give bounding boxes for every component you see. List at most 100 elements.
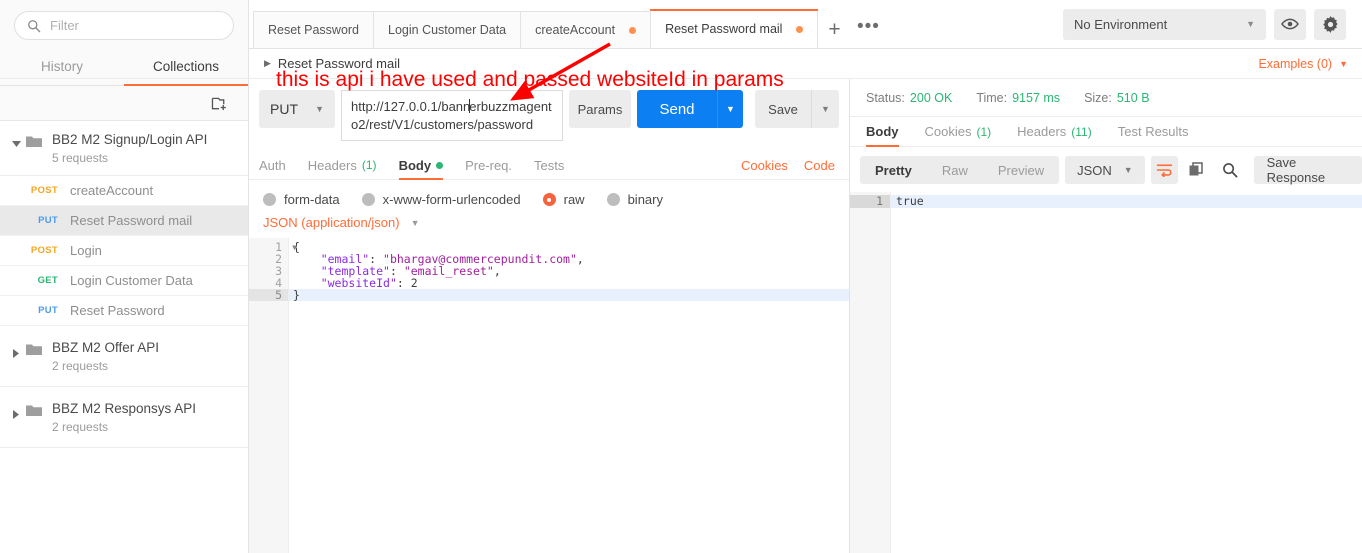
code-line: } [289,289,849,301]
response-body-code[interactable]: true [891,192,1362,553]
response-pane: Status: 200 OK Time: 9157 ms Size: 510 B Bo… [850,79,1362,553]
view-mode-raw[interactable]: Raw [927,156,983,184]
request-body-code[interactable]: { "email": "bhargav@commercepundit.com",… [289,238,849,553]
collection-row[interactable]: BB2 M2 Signup/Login API 5 requests [0,121,248,176]
settings-button[interactable] [1314,8,1346,40]
request-method: GET [37,275,58,286]
examples-dropdown[interactable]: Examples (0) ▼ [1258,57,1348,71]
response-tab-cookies[interactable]: Cookies (1) [925,117,992,147]
save-button[interactable]: Save [755,90,811,128]
body-language-selector[interactable]: JSON (application/json) ▼ [249,215,849,238]
save-options-button[interactable]: ▼ [811,90,839,128]
request-item-login[interactable]: POST Login [0,236,248,266]
request-pane: PUT ▼ http://127.0.0.1/bannerbuzzmagento… [249,79,850,553]
editor-scrollbar[interactable] [839,238,849,553]
top-bar: Reset Password Login Customer Data creat… [249,0,1362,49]
tab-label: createAccount [535,23,616,37]
response-tabs: Body Cookies (1) Headers (11) Test Resul… [850,117,1362,147]
response-body-editor[interactable]: 1 true [850,192,1362,553]
tab-tests[interactable]: Tests [534,151,564,180]
line-number: 1 [850,195,890,208]
tab-count: (1) [361,158,377,172]
code-link[interactable]: Code [804,158,835,173]
request-name: Reset Password [70,303,165,318]
tab-label: Auth [259,157,286,173]
view-mode-segmented-control: Pretty Raw Preview [860,156,1060,184]
method-selector[interactable]: PUT ▼ [259,90,335,128]
chevron-right-icon[interactable]: ▶ [264,58,271,69]
chevron-right-icon[interactable] [8,349,24,358]
tab-auth[interactable]: Auth [259,151,286,180]
cookies-link[interactable]: Cookies [741,158,788,173]
tab-body[interactable]: Body [398,151,444,180]
environment-quick-look-button[interactable] [1274,8,1306,40]
response-line-number-gutter: 1 [850,192,891,553]
word-wrap-icon [1156,164,1172,177]
request-item-login-customer-data[interactable]: GET Login Customer Data [0,266,248,296]
tab-label: Reset Password mail [665,22,783,36]
send-group: Send ▼ [637,90,743,128]
response-tab-body[interactable]: Body [866,117,899,147]
response-tab-headers[interactable]: Headers (11) [1017,117,1092,147]
tab-label: Tests [534,157,565,173]
radio-binary[interactable]: binary [606,192,663,207]
url-input[interactable]: http://127.0.0.1/bannerbuzzmagento2/rest… [341,90,563,141]
chevron-down-icon: ▼ [315,104,324,114]
save-response-button[interactable]: Save Response [1253,155,1362,185]
radio-label: binary [627,192,663,207]
request-tabs: Auth Headers (1) Body Pre-req. Tests Coo… [249,151,849,180]
send-button[interactable]: Send [637,90,717,128]
save-group: Save ▼ [755,90,839,128]
chevron-right-icon[interactable] [8,410,24,419]
tab-reset-password[interactable]: Reset Password [253,11,375,48]
environment-selector[interactable]: No Environment ▼ [1063,8,1266,40]
tab-login-customer-data[interactable]: Login Customer Data [373,11,522,48]
request-item-createaccount[interactable]: POST createAccount [0,176,248,206]
request-name: Reset Password mail [70,213,193,228]
view-mode-preview[interactable]: Preview [983,156,1059,184]
breadcrumb[interactable]: ▶ Reset Password mail [264,56,400,71]
request-body-editor[interactable]: 1 ▼ 2 3 4 5 { "email": "bhargav@commercepundi… [249,238,849,553]
gear-icon [1322,15,1338,33]
line-number: 4 [275,276,282,290]
filter-box[interactable] [14,11,234,40]
collection-row[interactable]: BBZ M2 Offer API 2 requests [0,326,248,387]
request-item-reset-password[interactable]: PUT Reset Password [0,296,248,326]
word-wrap-button[interactable] [1150,156,1178,184]
new-collection-icon[interactable] [211,96,228,111]
response-tab-test-results[interactable]: Test Results [1118,117,1189,147]
tab-label: Cookies [924,124,972,139]
tab-createaccount[interactable]: createAccount [520,11,652,48]
collections-list[interactable]: BB2 M2 Signup/Login API 5 requests POST … [0,121,248,553]
params-button[interactable]: Params [569,90,631,128]
fold-toggle-icon[interactable]: ▼ [292,242,297,254]
tab-headers[interactable]: Headers (1) [308,151,377,180]
request-method: PUT [38,305,58,316]
send-options-button[interactable]: ▼ [717,90,743,128]
view-mode-pretty[interactable]: Pretty [860,156,927,184]
chevron-down-icon[interactable] [8,141,24,147]
tab-label: Headers [307,157,357,173]
copy-button[interactable] [1184,156,1211,184]
radio-form-data[interactable]: form-data [263,192,340,207]
unsaved-indicator-icon [629,26,637,34]
collection-request-count: 5 requests [52,151,109,165]
tab-reset-password-mail[interactable]: Reset Password mail [650,9,819,48]
main-area: Reset Password Login Customer Data creat… [0,0,1362,553]
radio-raw[interactable]: raw [542,192,585,207]
eye-icon [1281,18,1299,30]
response-search-button[interactable] [1217,156,1244,184]
collection-row[interactable]: BBZ M2 Responsys API 2 requests [0,387,248,448]
folder-icon [26,136,42,147]
tab-options-button[interactable]: ••• [851,11,885,48]
response-format-selector[interactable]: JSON ▼ [1065,156,1145,184]
tab-pre-request-script[interactable]: Pre-req. [465,151,512,180]
new-tab-button[interactable]: + [817,11,851,48]
request-name: Login Customer Data [70,273,193,288]
copy-icon [1189,162,1203,176]
radio-x-www-form-urlencoded[interactable]: x-www-form-urlencoded [361,192,521,207]
search-input[interactable] [50,18,221,33]
tab-label: Test Results [1117,124,1189,139]
body-type-radios: form-data x-www-form-urlencoded raw bina… [249,180,849,215]
request-item-reset-password-mail[interactable]: PUT Reset Password mail [0,206,248,236]
